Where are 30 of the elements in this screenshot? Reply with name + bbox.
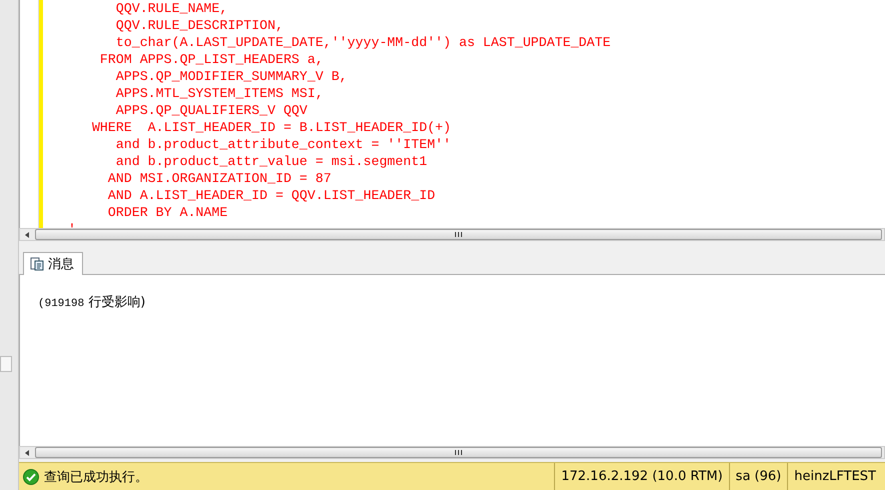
code-line: AND A.LIST_HEADER_ID = QQV.LIST_HEADER_ID: [106, 187, 436, 204]
server-info: 172.16.2.192 (10.0 RTM): [554, 463, 729, 490]
database-name: heinzLFTEST: [787, 463, 885, 490]
code-line: QQV.RULE_NAME,: [114, 0, 229, 17]
code-line: FROM APPS.QP_LIST_HEADERS a,: [98, 51, 324, 68]
grip-icon: [455, 232, 462, 237]
code-line: to_char(A.LAST_UPDATE_DATE,''yyyy-MM-dd'') as LAST_UPDATE_DATE: [114, 34, 611, 51]
user-info: sa (96): [728, 463, 788, 490]
code-line: and b.product_attribute_context = ''ITEM'': [114, 136, 452, 153]
document-icon: [30, 257, 44, 271]
code-line: AND MSI.ORGANIZATION_ID = 87: [106, 170, 332, 187]
code-line: ORDER BY A.NAME: [106, 204, 229, 221]
code-line: and b.product_attr_value = msi.segment1: [114, 153, 428, 170]
code-line: WHERE A.LIST_HEADER_ID = B.LIST_HEADER_ID(+): [90, 119, 452, 136]
success-check-icon: [23, 468, 39, 484]
code-line: APPS.QP_MODIFIER_SUMMARY_V B,: [114, 68, 348, 85]
code-line: APPS.MTL_SYSTEM_ITEMS MSI,: [114, 85, 324, 102]
code-line: QQV.RULE_DESCRIPTION,: [114, 17, 284, 34]
scroll-down-button[interactable]: [0, 356, 12, 372]
status-message: 查询已成功执行。: [44, 468, 148, 486]
horizontal-scrollbar[interactable]: [19, 446, 885, 459]
code-line: APPS.QP_QUALIFIERS_V QQV: [114, 102, 308, 119]
scrollbar-thumb[interactable]: [35, 447, 882, 458]
scrollbar-thumb[interactable]: [35, 229, 882, 240]
messages-tab[interactable]: 消息: [23, 252, 83, 275]
query-editor[interactable]: [19, 0, 885, 228]
rows-affected-message: (919198 行受影响): [38, 294, 146, 311]
code-line: ': [68, 221, 77, 228]
horizontal-scrollbar[interactable]: [19, 228, 885, 241]
grip-icon: [455, 450, 462, 455]
